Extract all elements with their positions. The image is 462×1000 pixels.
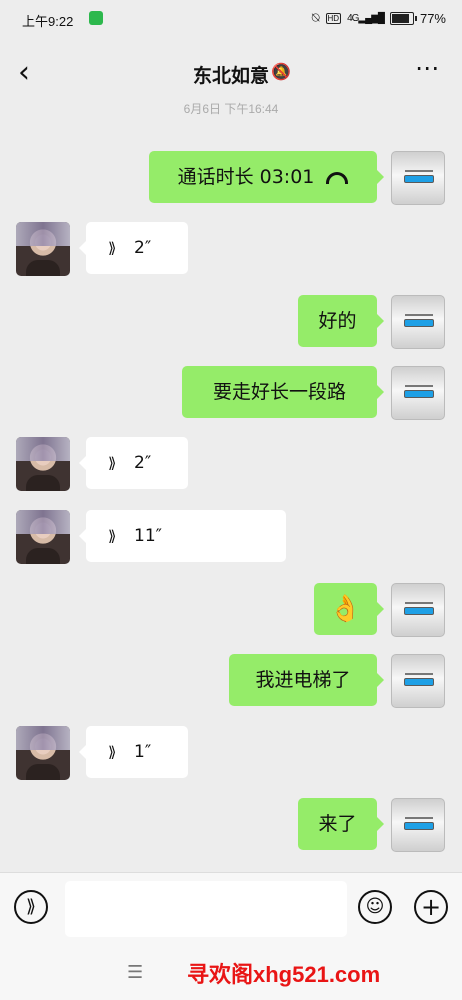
plus-icon[interactable]: + [414, 890, 448, 924]
self-avatar[interactable] [391, 151, 445, 205]
self-avatar[interactable] [391, 366, 445, 420]
voice-message-bubble[interactable]: ⟫ 11″ [79, 510, 286, 562]
chat-title: 东北如意 [192, 65, 269, 87]
wechat-icon [89, 11, 103, 25]
phone-hangup-icon [326, 171, 349, 184]
message-text: 来了 [318, 813, 357, 835]
navigation-bar: ☰ 寻欢阁xhg521.com [0, 944, 462, 1000]
message-timestamp: 6月6日 下午16:44 [183, 102, 279, 116]
voice-input-icon[interactable]: ⟫ [14, 890, 48, 924]
4g-signal-icon: 4G▂▄▆█ [347, 12, 385, 24]
voice-message-bubble[interactable]: ⟫ 2″ [79, 437, 188, 489]
battery-percent: 77% [419, 10, 446, 26]
status-time: 上午9:22 [22, 14, 74, 29]
more-icon[interactable]: ⋯ [415, 54, 440, 82]
menu-icon[interactable]: ☰ [127, 962, 143, 983]
voice-message-icon: ⟫ [108, 454, 117, 472]
bell-off-icon: 🔕 [271, 62, 291, 81]
message-emoji-bubble[interactable]: 👌 [314, 583, 384, 635]
voice-message-icon: ⟫ [108, 743, 117, 761]
watermark-text: 寻欢阁xhg521.com [187, 962, 381, 987]
self-avatar[interactable] [391, 654, 445, 708]
emoji-icon[interactable]: ☺ [358, 890, 392, 924]
status-right-icons: ⍉ HD 4G▂▄▆█ 77% [312, 10, 446, 26]
alarm-off-icon: ⍉ [311, 10, 320, 25]
voice-duration: 2″ [134, 453, 152, 473]
contact-avatar[interactable] [16, 222, 70, 276]
self-avatar[interactable] [391, 295, 445, 349]
ok-hand-emoji: 👌 [329, 594, 362, 624]
contact-avatar[interactable] [16, 726, 70, 780]
call-duration-text: 通话时长 03:01 [177, 166, 315, 188]
message-text: 我进电梯了 [255, 669, 351, 691]
message-text: 好的 [318, 310, 357, 332]
voice-message-bubble[interactable]: ⟫ 1″ [79, 726, 188, 778]
self-avatar[interactable] [391, 798, 445, 852]
status-bar: 上午9:22 ⍉ HD 4G▂▄▆█ 77% [0, 0, 462, 38]
voice-message-bubble[interactable]: ⟫ 2″ [79, 222, 188, 274]
message-bubble[interactable]: 我进电梯了 [229, 654, 384, 706]
message-bubble[interactable]: 来了 [298, 798, 384, 850]
contact-avatar[interactable] [16, 510, 70, 564]
battery-icon [389, 11, 417, 25]
voice-message-icon: ⟫ [108, 527, 117, 545]
voice-duration: 1″ [134, 742, 152, 762]
voice-duration: 2″ [134, 238, 152, 258]
contact-avatar[interactable] [16, 437, 70, 491]
voice-message-icon: ⟫ [108, 239, 117, 257]
message-bubble[interactable]: 好的 [298, 295, 384, 347]
message-call-bubble[interactable]: 通话时长 03:01 [149, 151, 384, 203]
input-bar: ⟫ ☺ + [0, 872, 462, 945]
message-bubble[interactable]: 要走好长一段路 [182, 366, 384, 418]
message-input[interactable] [65, 881, 347, 937]
hd-icon: HD [325, 12, 342, 24]
voice-duration: 11″ [134, 526, 162, 546]
self-avatar[interactable] [391, 583, 445, 637]
message-text: 要走好长一段路 [212, 381, 346, 403]
